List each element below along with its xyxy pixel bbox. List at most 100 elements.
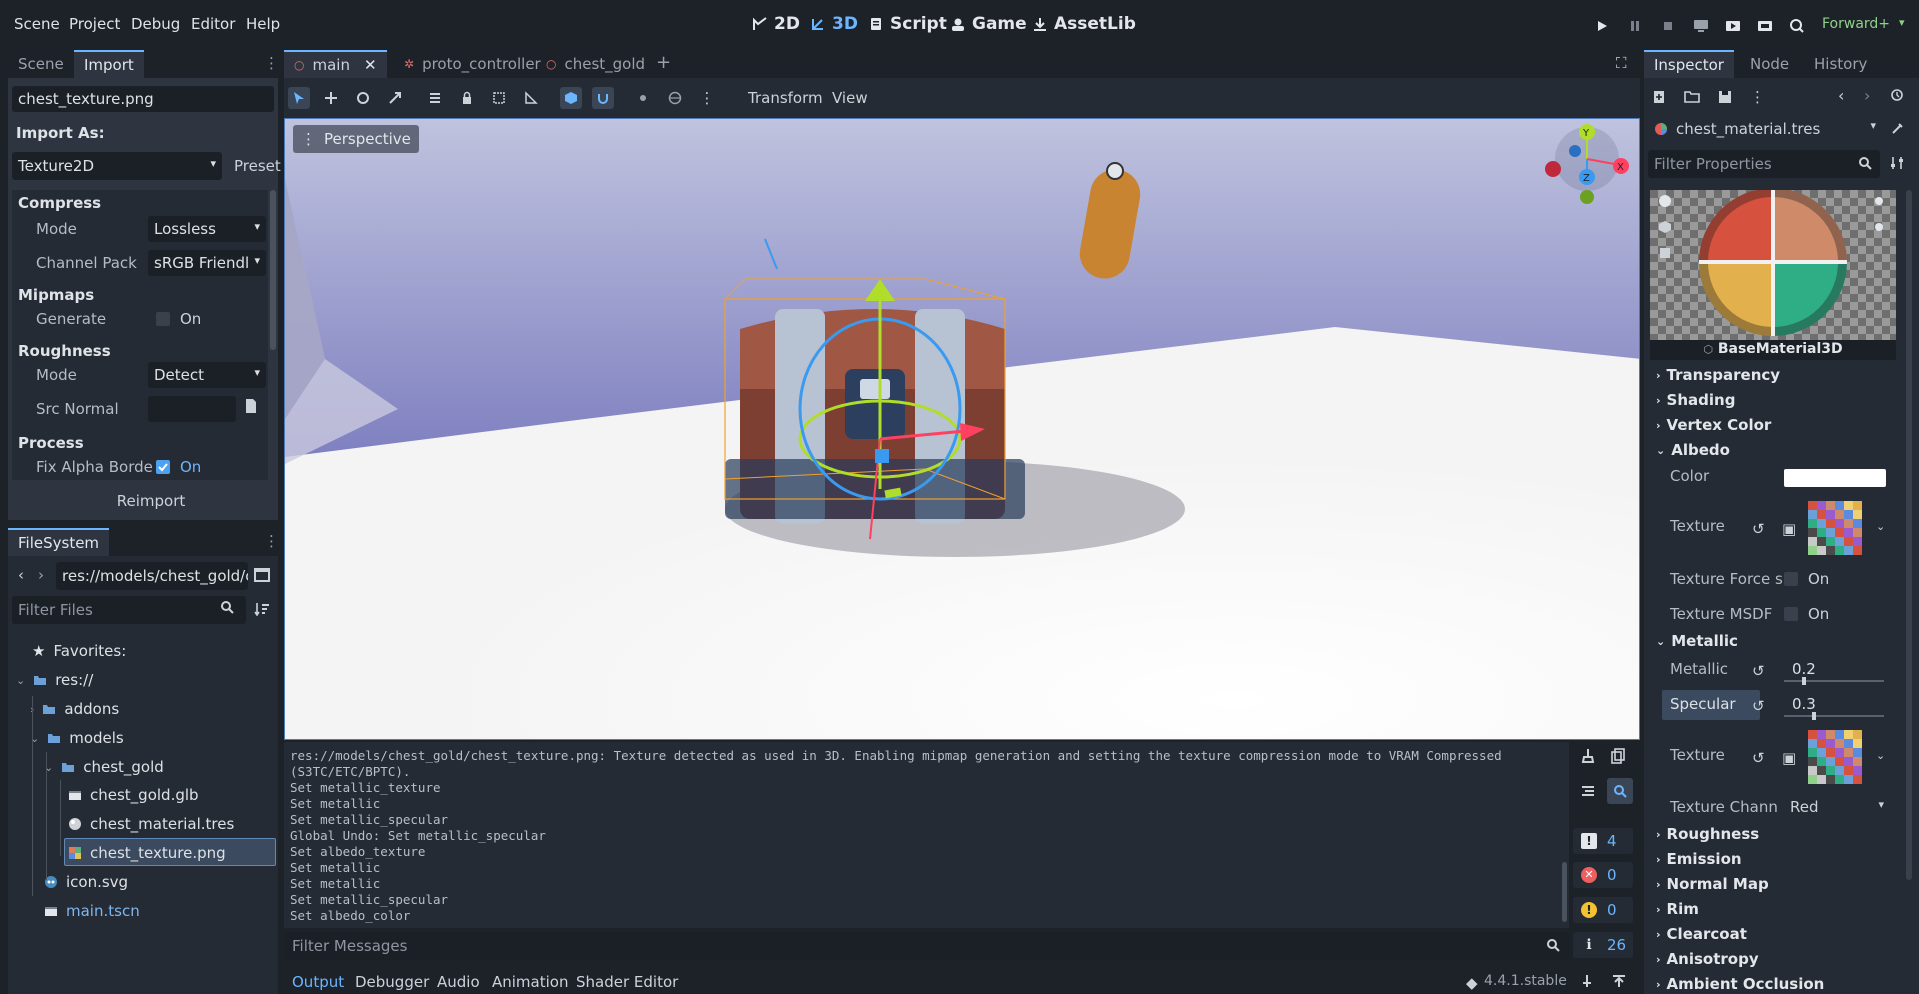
movie-maker-icon[interactable] xyxy=(1786,15,1808,37)
ruler-icon[interactable] xyxy=(520,87,542,109)
revert-icon[interactable]: ↺ xyxy=(1752,662,1765,680)
remote-debug-icon[interactable] xyxy=(1690,15,1712,37)
errors-counter[interactable]: ✕ 0 xyxy=(1573,862,1633,888)
resource-selector[interactable]: chest_material.tres ▾ xyxy=(1648,116,1880,142)
log-scrollbar[interactable] xyxy=(1562,862,1567,922)
section-anisotropy[interactable]: › Anisotropy xyxy=(1656,950,1759,968)
lock-icon[interactable] xyxy=(456,87,478,109)
tree-item-main-tscn[interactable]: main.tscn xyxy=(44,902,140,920)
section-clearcoat[interactable]: › Clearcoat xyxy=(1656,925,1747,943)
pause-icon[interactable] xyxy=(1624,15,1646,37)
revert-icon[interactable]: ↺ xyxy=(1752,749,1765,767)
tree-item-icon-svg[interactable]: icon.svg xyxy=(44,873,128,891)
pin-icon[interactable] xyxy=(1580,974,1594,988)
filesystem-path-input[interactable]: res://models/chest_gold/c xyxy=(56,562,248,590)
chevron-down-icon[interactable]: ▾ xyxy=(1899,16,1905,29)
snap-icon[interactable] xyxy=(592,87,614,109)
select-tool-icon[interactable] xyxy=(288,87,310,109)
tree-item-res[interactable]: ⌄ res:// xyxy=(16,671,93,689)
transform-menu[interactable]: Transform xyxy=(748,89,823,107)
src-normal-field[interactable] xyxy=(148,396,236,422)
tree-item-chest-gold[interactable]: ⌄ chest_gold xyxy=(44,758,164,776)
roughness-mode-select[interactable]: Detect ▾ xyxy=(148,362,266,388)
new-resource-icon[interactable] xyxy=(1652,90,1666,104)
section-process[interactable]: Process xyxy=(18,434,84,452)
light1-toggle-icon[interactable] xyxy=(1872,194,1886,208)
more-options-icon[interactable]: ⋮ xyxy=(1750,88,1765,106)
open-folder-icon[interactable] xyxy=(1684,91,1700,103)
section-compress[interactable]: Compress xyxy=(18,194,101,212)
workspace-game-button[interactable]: Game xyxy=(950,14,1027,34)
section-normal-map[interactable]: › Normal Map xyxy=(1656,875,1769,893)
light2-toggle-icon[interactable] xyxy=(1872,220,1886,234)
fix-alpha-checkbox[interactable]: On xyxy=(156,458,201,476)
edit-texture-icon[interactable]: ▣ xyxy=(1782,520,1796,538)
tab-output[interactable]: Output xyxy=(292,973,344,991)
tab-history[interactable]: History xyxy=(1804,50,1877,78)
tab-scene[interactable]: Scene xyxy=(8,50,74,78)
tree-item-chest-texture[interactable]: chest_texture.png xyxy=(68,844,226,862)
section-rim[interactable]: › Rim xyxy=(1656,900,1699,918)
tab-shader-editor[interactable]: Shader Editor xyxy=(576,973,678,991)
texture-channel-select[interactable]: Red ▾ xyxy=(1784,794,1890,820)
revert-icon[interactable]: ↺ xyxy=(1752,520,1765,538)
reimport-button[interactable]: Reimport xyxy=(106,488,196,514)
section-albedo[interactable]: ⌄ Albedo xyxy=(1656,441,1730,459)
tab-import[interactable]: Import xyxy=(74,50,144,78)
sort-icon[interactable] xyxy=(254,602,270,616)
albedo-texture-thumbnail[interactable] xyxy=(1804,497,1866,559)
sun-icon[interactable] xyxy=(632,87,654,109)
box-preview-icon[interactable] xyxy=(1658,220,1672,234)
renderer-selector[interactable]: Forward+ xyxy=(1822,16,1890,32)
filter-files-input[interactable]: Filter Files xyxy=(12,596,246,624)
view-menu[interactable]: View xyxy=(832,89,868,107)
workspace-3d-button[interactable]: 3D xyxy=(810,14,858,34)
compress-mode-select[interactable]: Lossless ▾ xyxy=(148,216,266,242)
panel-menu-icon[interactable]: ⋮ xyxy=(264,532,279,550)
texture-msdf-checkbox[interactable]: On xyxy=(1784,605,1829,623)
menu-scene[interactable]: Scene xyxy=(14,15,60,33)
tree-item-chest-material[interactable]: chest_material.tres xyxy=(68,815,234,833)
section-shading[interactable]: › Shading xyxy=(1656,391,1735,409)
menu-project[interactable]: Project xyxy=(69,15,120,33)
collapse-icon[interactable] xyxy=(1581,784,1595,798)
panel-menu-icon[interactable]: ⋮ xyxy=(264,54,279,72)
play-scene-icon[interactable] xyxy=(1722,15,1744,37)
tab-inspector[interactable]: Inspector xyxy=(1644,50,1734,78)
add-tab-icon[interactable]: + xyxy=(656,52,671,73)
3d-viewport[interactable]: Y X Z ⋮ Perspective xyxy=(284,118,1640,740)
back-arrow-icon[interactable]: ‹ xyxy=(18,566,24,584)
section-roughness[interactable]: › Roughness xyxy=(1656,825,1759,843)
tab-node[interactable]: Node xyxy=(1740,50,1799,78)
messages-counter[interactable]: ! 4 xyxy=(1573,828,1633,854)
tree-item-addons[interactable]: ›addons xyxy=(30,700,119,718)
section-vertex-color[interactable]: › Vertex Color xyxy=(1656,416,1771,434)
close-icon[interactable]: ✕ xyxy=(364,56,377,74)
preset-button[interactable]: Preset xyxy=(226,152,281,180)
specular-slider[interactable]: 0.3 xyxy=(1784,690,1886,720)
expand-panel-icon[interactable] xyxy=(1612,974,1626,988)
scene-tab-main[interactable]: ○ main ✕ xyxy=(284,50,387,78)
split-view-icon[interactable] xyxy=(254,568,270,582)
edit-texture-icon[interactable]: ▣ xyxy=(1782,749,1796,767)
workspace-2d-button[interactable]: 2D xyxy=(752,14,800,34)
copy-icon[interactable] xyxy=(1611,748,1625,764)
import-as-select[interactable]: Texture2D ▾ xyxy=(12,152,222,180)
metallic-texture-thumbnail[interactable] xyxy=(1804,726,1866,788)
warnings-counter[interactable]: ! 0 xyxy=(1573,897,1633,923)
fullscreen-icon[interactable]: ⛶ xyxy=(1616,54,1627,72)
inspector-settings-icon[interactable] xyxy=(1890,156,1904,170)
logs-counter[interactable]: ℹ 26 xyxy=(1573,932,1633,958)
menu-help[interactable]: Help xyxy=(246,15,280,33)
forward-arrow-icon[interactable]: › xyxy=(38,566,44,584)
play-icon[interactable] xyxy=(1591,15,1613,37)
history-forward-icon[interactable]: › xyxy=(1864,86,1870,105)
clear-log-icon[interactable] xyxy=(1581,748,1595,764)
filter-properties-input[interactable]: Filter Properties xyxy=(1648,150,1880,178)
rotate-tool-icon[interactable] xyxy=(352,87,374,109)
tab-animation[interactable]: Animation xyxy=(492,973,568,991)
play-custom-scene-icon[interactable] xyxy=(1754,15,1776,37)
list-select-icon[interactable] xyxy=(424,87,446,109)
section-mipmaps[interactable]: Mipmaps xyxy=(18,286,94,304)
save-icon[interactable] xyxy=(1718,90,1732,104)
